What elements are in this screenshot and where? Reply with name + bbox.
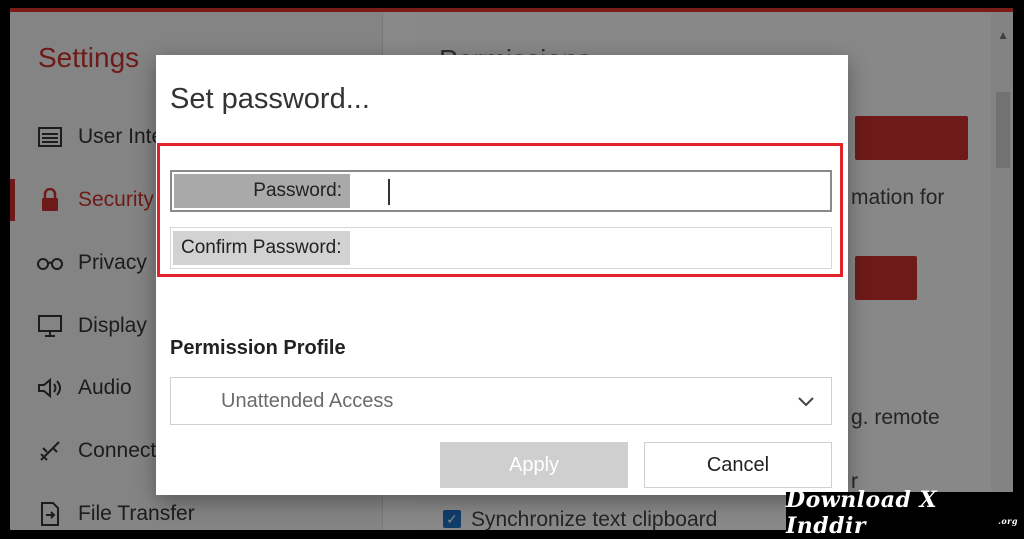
password-field[interactable]: Password: (170, 170, 832, 212)
watermark-text: Download X Inddir (786, 487, 938, 539)
permission-profile-heading: Permission Profile (170, 337, 346, 359)
apply-button[interactable]: Apply (440, 442, 628, 488)
confirm-password-field[interactable]: Confirm Password: (170, 227, 832, 269)
dialog-title: Set password... (170, 83, 370, 115)
permission-profile-select[interactable]: Unattended Access (170, 377, 832, 425)
chevron-down-icon (797, 388, 815, 414)
password-label: Password: (174, 174, 350, 208)
set-password-dialog: Set password... Password: Confirm Passwo… (156, 55, 848, 495)
watermark-logo: Download X Inddir .org (786, 487, 1018, 539)
confirm-password-label: Confirm Password: (173, 231, 350, 265)
cancel-button[interactable]: Cancel (644, 442, 832, 488)
watermark-suffix: .org (998, 516, 1018, 526)
permission-profile-value: Unattended Access (221, 390, 394, 412)
text-caret (388, 179, 390, 205)
